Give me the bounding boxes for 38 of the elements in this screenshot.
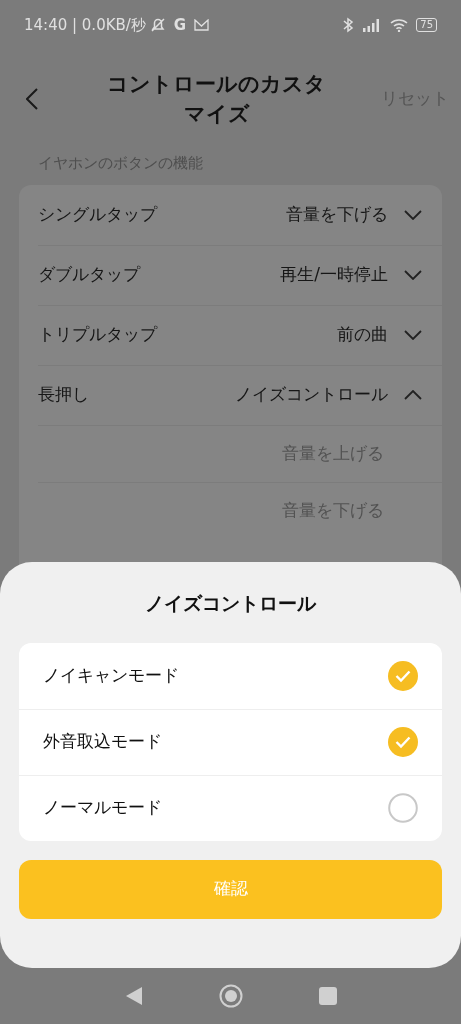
page-title: コントロールのカスタマイズ xyxy=(106,71,327,128)
control-label: トリプルタップ xyxy=(38,323,157,347)
control-value: ノイズコントロール xyxy=(235,383,388,407)
mode-option[interactable]: 外音取込モード xyxy=(19,708,442,775)
checkbox-empty-icon[interactable] xyxy=(388,793,418,823)
control-label: 長押し xyxy=(38,383,89,407)
notification-letter: G xyxy=(173,14,187,36)
wifi-icon xyxy=(390,18,409,32)
nav-home-icon[interactable] xyxy=(218,984,243,1008)
control-row[interactable]: 長押し ノイズコントロール xyxy=(38,364,442,425)
chevron-up-icon xyxy=(404,390,422,400)
chevron-down-icon xyxy=(404,209,422,220)
control-row[interactable]: シングルタップ 音量を下げる xyxy=(38,184,442,245)
mode-label: 外音取込モード xyxy=(43,730,163,754)
checkbox-checked-icon[interactable] xyxy=(388,660,418,691)
control-value: 前の曲 xyxy=(337,323,388,347)
control-value: 再生/一時停止 xyxy=(280,263,388,287)
control-label: シングルタップ xyxy=(38,202,157,226)
bluetooth-icon xyxy=(342,17,355,33)
control-row[interactable]: トリプルタップ 前の曲 xyxy=(38,304,442,365)
battery-indicator: 75 xyxy=(416,18,437,32)
mode-label: ノーマルモード xyxy=(43,796,163,820)
mode-option[interactable]: ノイキャンモード xyxy=(19,642,442,709)
sheet-title: ノイズコントロール xyxy=(144,591,317,616)
chevron-down-icon xyxy=(404,270,422,280)
back-icon xyxy=(26,88,38,110)
status-time: 14:40 | 0.0KB/秒 xyxy=(24,14,146,36)
checkbox-checked-icon[interactable] xyxy=(388,727,418,757)
control-label: ダブルタップ xyxy=(38,263,140,287)
control-value: 音量を下げる xyxy=(286,202,388,226)
chevron-down-icon xyxy=(404,330,422,340)
bell-off-icon xyxy=(149,17,166,33)
mode-label: ノイキャンモード xyxy=(43,663,180,687)
mail-icon xyxy=(194,19,210,31)
mode-option[interactable]: ノーマルモード xyxy=(19,774,442,841)
control-row[interactable]: ダブルタップ 再生/一時停止 xyxy=(38,244,442,305)
nav-back-icon[interactable] xyxy=(124,986,143,1006)
nav-recents-icon[interactable] xyxy=(318,987,337,1005)
